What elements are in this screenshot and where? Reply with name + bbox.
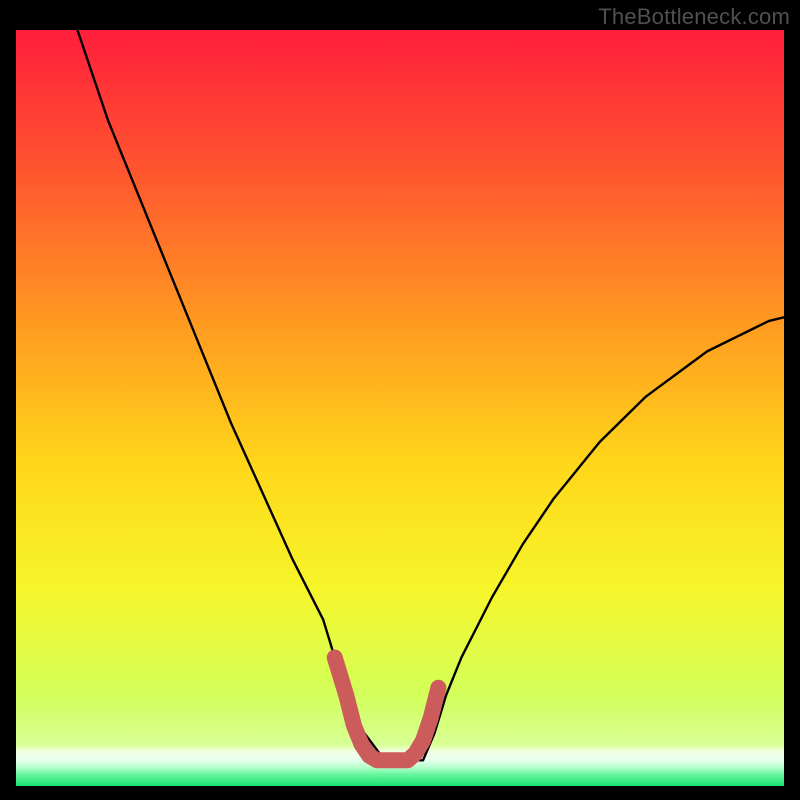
plot-background bbox=[16, 30, 784, 786]
chart-stage: TheBottleneck.com bbox=[0, 0, 800, 800]
bottleneck-chart bbox=[0, 0, 800, 800]
watermark-label: TheBottleneck.com bbox=[598, 4, 790, 30]
